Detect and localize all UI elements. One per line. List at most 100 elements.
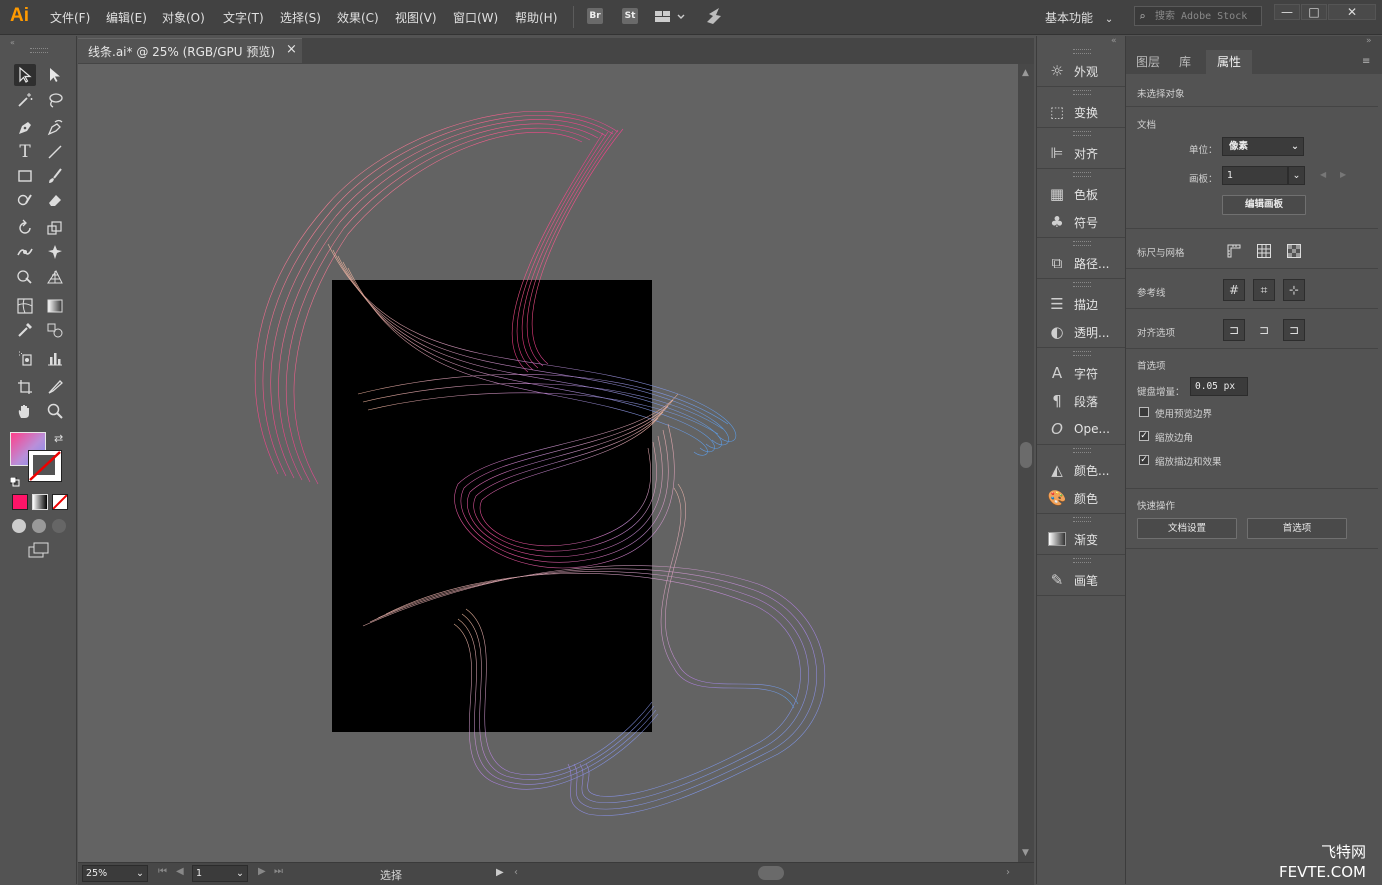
dock-grip[interactable] bbox=[1073, 90, 1091, 95]
scroll-up-icon[interactable]: ▲ bbox=[1022, 68, 1029, 78]
minimize-button[interactable]: — bbox=[1274, 4, 1300, 20]
artboard-number-field[interactable]: 1 bbox=[1222, 166, 1288, 185]
tab-libraries[interactable]: 库 bbox=[1179, 50, 1191, 74]
arrange-documents-icon[interactable] bbox=[655, 9, 685, 28]
scale-strokes-checkbox[interactable]: ✓ bbox=[1139, 455, 1149, 465]
dock-character[interactable]: A 字符 bbox=[1037, 359, 1125, 387]
menu-help[interactable]: 帮助(H) bbox=[515, 9, 557, 26]
next-artboard-icon[interactable]: ▶ bbox=[258, 866, 266, 877]
close-window-button[interactable]: ✕ bbox=[1328, 4, 1376, 20]
next-artboard-icon[interactable]: ▶ bbox=[1340, 170, 1346, 179]
dock-grip[interactable] bbox=[1073, 282, 1091, 287]
dock-grip[interactable] bbox=[1073, 558, 1091, 563]
shape-builder-tool-icon[interactable] bbox=[14, 266, 36, 288]
scale-corners-checkbox[interactable]: ✓ bbox=[1139, 431, 1149, 441]
width-tool-icon[interactable] bbox=[14, 241, 36, 263]
mesh-tool-icon[interactable] bbox=[14, 295, 36, 317]
dock-transform[interactable]: ⬚ 变换 bbox=[1037, 98, 1125, 126]
dock-pathfinder[interactable]: ⧉ 路径... bbox=[1037, 249, 1125, 277]
direct-selection-tool-icon[interactable] bbox=[44, 64, 66, 86]
horizontal-scroll-thumb[interactable] bbox=[758, 866, 784, 880]
transparency-grid-icon[interactable] bbox=[1284, 241, 1304, 261]
vertical-scroll-thumb[interactable] bbox=[1020, 442, 1032, 468]
dock-stroke[interactable]: ☰ 描边 bbox=[1037, 290, 1125, 318]
draw-behind-icon[interactable] bbox=[32, 519, 46, 533]
first-artboard-icon[interactable]: ⏮ bbox=[158, 866, 167, 877]
dock-color-guide[interactable]: ◭ 颜色... bbox=[1037, 456, 1125, 484]
zoom-field[interactable]: 25% ⌄ bbox=[82, 865, 148, 882]
artboard-dropdown-button[interactable]: ⌄ bbox=[1288, 166, 1305, 185]
menu-object[interactable]: 对象(O) bbox=[162, 9, 205, 26]
snap-to-grid-icon[interactable]: ⊐ bbox=[1253, 319, 1275, 341]
units-dropdown[interactable]: 像素 ⌄ bbox=[1222, 137, 1304, 156]
snap-to-point-icon[interactable]: ⊐ bbox=[1223, 319, 1245, 341]
scale-tool-icon[interactable] bbox=[44, 217, 66, 239]
restore-button[interactable]: □ bbox=[1301, 4, 1327, 20]
rectangle-tool-icon[interactable] bbox=[14, 165, 36, 187]
smart-guides-icon[interactable]: ⊹ bbox=[1283, 279, 1305, 301]
menu-select[interactable]: 选择(S) bbox=[280, 9, 321, 26]
menu-effect[interactable]: 效果(C) bbox=[337, 9, 379, 26]
lasso-tool-icon[interactable] bbox=[44, 89, 66, 111]
swap-fill-stroke-icon[interactable]: ⇄ bbox=[54, 432, 63, 445]
draw-inside-icon[interactable] bbox=[52, 519, 66, 533]
default-fill-stroke-icon[interactable] bbox=[9, 472, 20, 487]
bridge-icon[interactable]: Br bbox=[587, 8, 603, 24]
paintbrush-tool-icon[interactable] bbox=[44, 165, 66, 187]
dock-transparency[interactable]: ◐ 透明... bbox=[1037, 318, 1125, 346]
dock-brushes[interactable]: ✎ 画笔 bbox=[1037, 566, 1125, 594]
puppet-warp-tool-icon[interactable] bbox=[44, 241, 66, 263]
color-mode-icon[interactable] bbox=[12, 494, 28, 510]
dock-grip[interactable] bbox=[1073, 131, 1091, 136]
expand-panels-icon[interactable]: » bbox=[1366, 36, 1372, 46]
lock-guides-icon[interactable]: ⌗ bbox=[1253, 279, 1275, 301]
document-setup-button[interactable]: 文档设置 bbox=[1137, 518, 1237, 539]
gradient-tool-icon[interactable] bbox=[44, 295, 66, 317]
dock-grip[interactable] bbox=[1073, 241, 1091, 246]
previous-artboard-icon[interactable]: ◀ bbox=[176, 866, 184, 877]
use-preview-bounds-checkbox[interactable] bbox=[1139, 407, 1149, 417]
dock-grip[interactable] bbox=[1073, 517, 1091, 522]
dock-grip[interactable] bbox=[1073, 448, 1091, 453]
eraser-tool-icon[interactable] bbox=[44, 189, 66, 211]
scroll-down-icon[interactable]: ▼ bbox=[1022, 848, 1029, 858]
grid-icon[interactable] bbox=[1254, 241, 1274, 261]
show-guides-icon[interactable]: # bbox=[1223, 279, 1245, 301]
menu-file[interactable]: 文件(F) bbox=[50, 9, 90, 26]
pen-tool-icon[interactable] bbox=[14, 116, 36, 138]
dock-grip[interactable] bbox=[1073, 172, 1091, 177]
perspective-grid-tool-icon[interactable] bbox=[44, 266, 66, 288]
curvature-tool-icon[interactable] bbox=[44, 116, 66, 138]
vertical-scrollbar[interactable]: ▲ ▼ bbox=[1018, 64, 1034, 862]
rotate-tool-icon[interactable] bbox=[14, 217, 36, 239]
line-segment-tool-icon[interactable] bbox=[44, 141, 66, 163]
collapse-toolbar-icon[interactable]: « bbox=[10, 38, 15, 47]
zoom-tool-icon[interactable] bbox=[44, 400, 66, 422]
dock-swatches[interactable]: ▦ 色板 bbox=[1037, 180, 1125, 208]
none-mode-icon[interactable] bbox=[52, 494, 68, 510]
status-menu-icon[interactable]: ▶ bbox=[496, 867, 504, 878]
close-tab-icon[interactable]: × bbox=[286, 42, 297, 57]
dock-symbols[interactable]: ♣ 符号 bbox=[1037, 208, 1125, 236]
column-graph-tool-icon[interactable] bbox=[44, 347, 66, 369]
hand-tool-icon[interactable] bbox=[14, 400, 36, 422]
dock-grip[interactable] bbox=[1073, 49, 1091, 54]
dock-paragraph[interactable]: ¶ 段落 bbox=[1037, 387, 1125, 415]
menu-window[interactable]: 窗口(W) bbox=[453, 9, 498, 26]
screen-mode-icon[interactable] bbox=[28, 542, 50, 562]
selection-tool-icon[interactable] bbox=[14, 64, 36, 86]
toolbar-grip[interactable] bbox=[30, 48, 48, 53]
eyedropper-tool-icon[interactable] bbox=[14, 319, 36, 341]
artboard-navigation-field[interactable]: 1 ⌄ bbox=[192, 865, 248, 882]
previous-artboard-icon[interactable]: ◀ bbox=[1320, 170, 1326, 179]
blend-tool-icon[interactable] bbox=[44, 319, 66, 341]
draw-normal-icon[interactable] bbox=[12, 519, 26, 533]
collapse-dock-icon[interactable]: « bbox=[1111, 36, 1117, 46]
menu-edit[interactable]: 编辑(E) bbox=[106, 9, 147, 26]
slice-tool-icon[interactable] bbox=[44, 376, 66, 398]
workspace-switcher[interactable]: 基本功能 ⌄ bbox=[1045, 9, 1113, 26]
scroll-left-icon[interactable]: ‹ bbox=[514, 867, 518, 878]
edit-artboards-button[interactable]: 编辑画板 bbox=[1222, 195, 1306, 215]
stroke-color-swatch[interactable] bbox=[28, 450, 62, 482]
gpu-performance-icon[interactable] bbox=[704, 7, 724, 29]
